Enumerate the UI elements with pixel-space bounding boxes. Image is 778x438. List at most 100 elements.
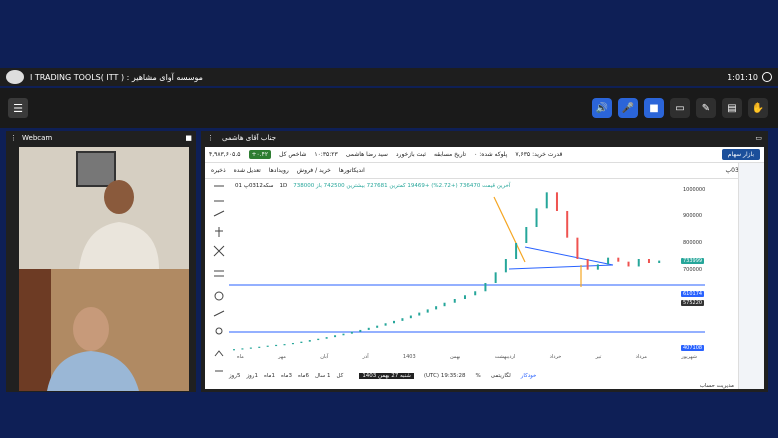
tab-record[interactable]: ثبت بازخورد — [396, 151, 426, 158]
buysell-button[interactable]: خرید / فروش — [297, 167, 331, 174]
portfolio-status: پلوکه شده: ۰ — [474, 151, 508, 158]
candle — [308, 340, 311, 342]
range-option[interactable]: 5روز — [229, 373, 240, 379]
camera-icon: ■ — [185, 134, 192, 142]
session-timer: 1:01:10 — [727, 72, 758, 82]
auto-toggle[interactable]: خودکار — [521, 373, 537, 379]
candle — [233, 349, 235, 351]
screen-share-panel: ⋮ جناب آقای هاشمی ▭ ۴,۹۸۳,۶۰۵.۵ +۰.۴۲ شا… — [201, 131, 768, 392]
pen-icon: ✎ — [701, 102, 711, 114]
window-title: I TRADING TOOLS( ITT ) : موسسه آوای مشاه… — [30, 72, 203, 82]
index-value: ۴,۹۸۳,۶۰۵.۵ — [209, 151, 241, 158]
y-tick: 700000 — [683, 266, 703, 273]
indicators-button[interactable]: اندیکاتورها — [339, 167, 365, 174]
x-tick: آذر — [362, 354, 369, 360]
user-name[interactable]: سید رضا هاشمی — [346, 151, 388, 158]
candle — [566, 211, 569, 238]
index-label: شاخص کل — [279, 151, 307, 158]
candle — [474, 291, 477, 296]
more-options-icon[interactable]: ⋮ — [10, 134, 17, 142]
trendline-down — [493, 196, 526, 263]
candle — [393, 320, 396, 324]
adjust-button[interactable]: تعدیل شده — [234, 167, 261, 174]
more-options-icon[interactable]: ⋮ — [207, 134, 214, 142]
screen-share-button[interactable]: ▭ — [670, 98, 690, 118]
trend-tool-icon — [213, 210, 225, 217]
candle — [515, 243, 518, 259]
candle — [525, 227, 528, 243]
y-tick: 900000 — [683, 213, 703, 220]
files-button[interactable]: ▤ — [722, 98, 742, 118]
events-button[interactable]: رویدادها — [269, 167, 289, 174]
time-value: ۱۰:۳۵:۲۳ — [314, 151, 338, 158]
speaker-button[interactable]: 🔊 — [592, 98, 612, 118]
percent-toggle[interactable]: % — [476, 373, 481, 379]
clock-icon — [762, 72, 772, 82]
camera-button[interactable]: ■ — [644, 98, 664, 118]
drawing-tools — [211, 181, 227, 381]
candle — [334, 335, 337, 338]
triangle-upper — [524, 246, 614, 266]
price-chart[interactable] — [229, 179, 705, 355]
window-titlebar: I TRADING TOOLS( ITT ) : موسسه آوای مشاه… — [0, 68, 778, 86]
range-option[interactable]: 1روز — [246, 373, 257, 379]
candle — [637, 259, 640, 267]
measure-icon — [214, 291, 224, 301]
fib-tool-icon — [214, 270, 224, 277]
hamburger-icon: ☰ — [13, 101, 23, 115]
price-label: 610174 — [681, 290, 705, 297]
participant-1-video — [19, 147, 189, 269]
zoom-icon — [215, 327, 223, 335]
candle — [426, 309, 429, 313]
pen-button[interactable]: ✎ — [696, 98, 716, 118]
range-option[interactable]: 3ماه — [281, 373, 292, 379]
candle — [627, 261, 630, 267]
monitor-icon: ▭ — [675, 102, 685, 114]
hand-icon: ✋ — [751, 102, 765, 114]
candle — [300, 341, 303, 343]
candle — [258, 346, 261, 348]
meeting-toolbar: ☰ 🔊 🎤 ■ ▭ ✎ ▤ ✋ — [0, 88, 778, 128]
folder-icon: ▤ — [727, 102, 737, 114]
trading-app: ۴,۹۸۳,۶۰۵.۵ +۰.۴۲ شاخص کل ۱۰:۳۵:۲۳ سید ر… — [205, 147, 764, 389]
menu-button[interactable]: ☰ — [8, 98, 28, 118]
drawing-tool-icons[interactable] — [211, 181, 227, 381]
x-tick: شهریور — [681, 354, 697, 360]
price-label: 733999 — [681, 257, 705, 264]
range-option[interactable]: کل — [337, 373, 344, 379]
range-option[interactable]: 1ماه — [264, 373, 275, 379]
x-tick: آبان — [320, 354, 329, 360]
x-tick: تیر — [595, 354, 602, 360]
candle — [463, 295, 466, 299]
price-axis: 1000000900000800000700000600000733999610… — [681, 179, 717, 355]
candle — [658, 260, 661, 263]
chart-footer: کل 1 سال 6ماه 3ماه 1ماه 1روز 5روز شنبه 27 بهمن… — [229, 369, 729, 383]
raise-hand-button[interactable]: ✋ — [748, 98, 768, 118]
account-menu[interactable]: مدیریت حساب — [700, 383, 734, 389]
microphone-button[interactable]: 🎤 — [618, 98, 638, 118]
camera-icon: ■ — [649, 102, 659, 114]
index-change: +۰.۴۲ — [248, 150, 272, 159]
range-option[interactable]: 1 سال — [315, 373, 331, 379]
candle — [555, 192, 558, 211]
save-button[interactable]: ذخیره — [211, 167, 226, 174]
price-label: 407108 — [681, 344, 705, 351]
participant-2-video — [19, 269, 189, 391]
x-tick: مرداد — [635, 354, 647, 360]
ruler-icon — [213, 310, 225, 317]
tab-history[interactable]: تاریخ مسابقه — [434, 151, 466, 158]
market-button[interactable]: بازار سهام — [721, 149, 760, 160]
candle — [283, 344, 286, 346]
candle — [617, 257, 620, 262]
candle — [535, 208, 538, 227]
candle — [401, 318, 404, 321]
y-tick: 1000000 — [683, 186, 706, 193]
range-option[interactable]: 6ماه — [298, 373, 309, 379]
candle — [325, 337, 328, 339]
webcam-label: Webcam — [22, 134, 53, 142]
candle — [317, 338, 320, 341]
app-header: ۴,۹۸۳,۶۰۵.۵ +۰.۴۲ شاخص کل ۱۰:۳۵:۲۳ سید ر… — [205, 147, 764, 163]
price-label: 575220 — [681, 299, 705, 306]
log-toggle[interactable]: لگاریتمی — [491, 373, 511, 379]
x-tick: مهر — [278, 354, 286, 360]
